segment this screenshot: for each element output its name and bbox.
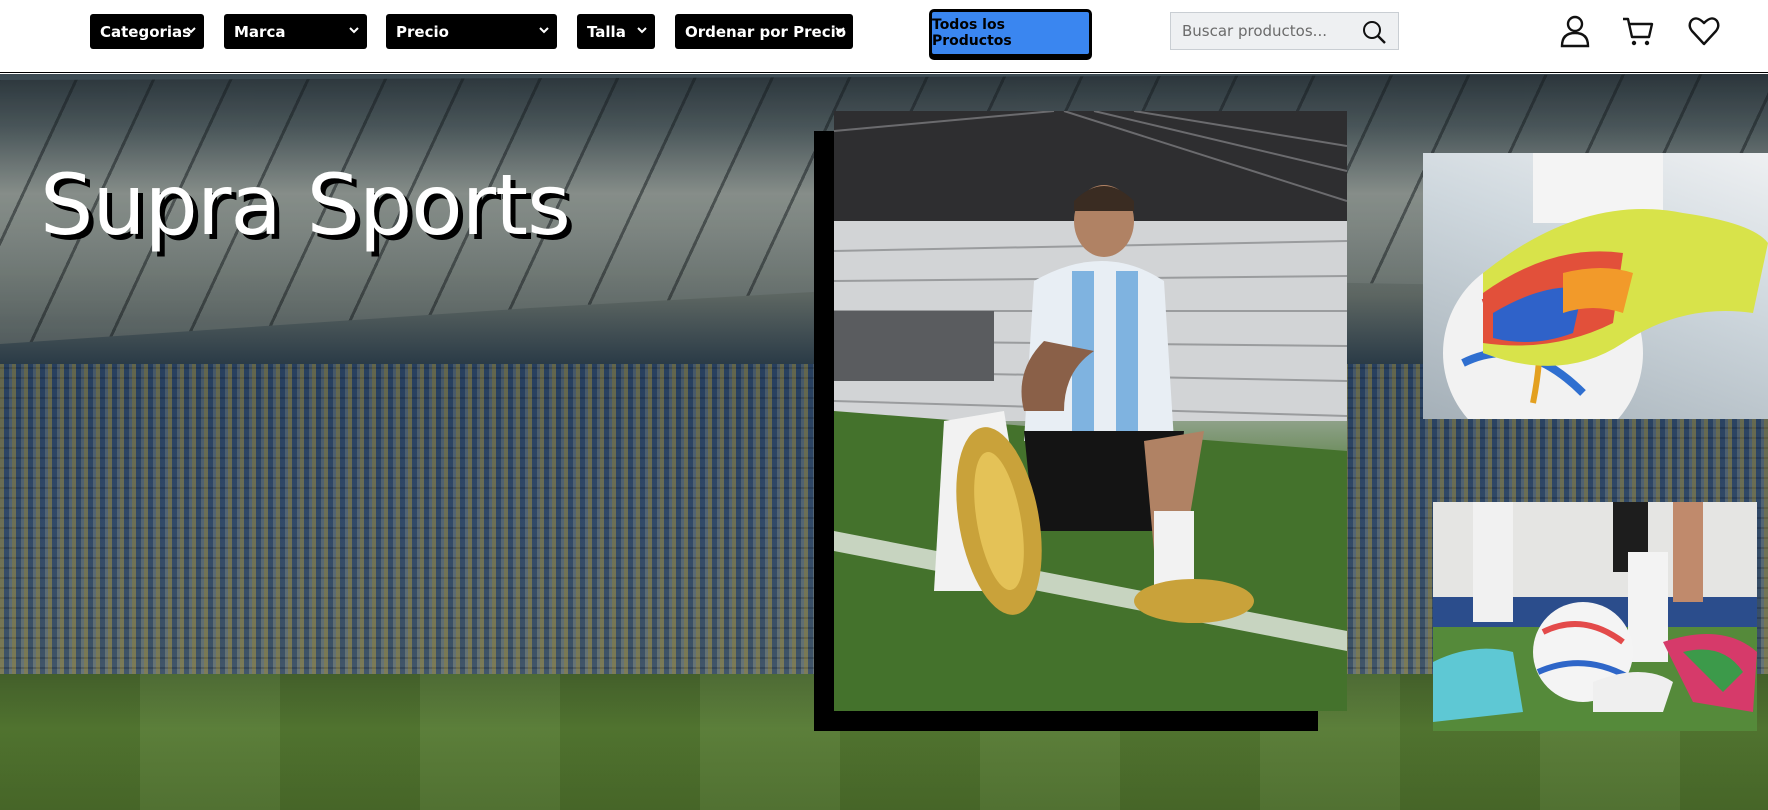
sort-by-price-select[interactable]: Ordenar por Precio: [675, 14, 853, 49]
sort-by-price-label: Ordenar por Precio: [685, 22, 847, 41]
brand-filter-select[interactable]: Marca: [224, 14, 367, 49]
chevron-down-icon: [186, 27, 196, 34]
main-hero-photo: [834, 111, 1347, 711]
chevron-down-icon: [637, 27, 647, 34]
category-filter-select[interactable]: Categorias: [90, 14, 204, 49]
size-filter-select[interactable]: Talla: [577, 14, 655, 49]
category-filter-label: Categorias: [100, 22, 192, 41]
players-with-ball-photo: [1433, 502, 1757, 731]
chevron-down-icon: [835, 27, 845, 34]
price-filter-select[interactable]: Precio: [386, 14, 557, 49]
search-bar: [1170, 12, 1399, 50]
search-input[interactable]: [1171, 13, 1361, 49]
user-icon[interactable]: [1558, 14, 1592, 48]
hero-title: Supra Sports: [40, 156, 571, 254]
search-icon[interactable]: [1361, 19, 1387, 45]
cart-icon[interactable]: [1621, 14, 1655, 48]
heart-icon[interactable]: [1687, 14, 1721, 48]
all-products-button[interactable]: Todos los Productos: [929, 9, 1092, 57]
chevron-down-icon: [349, 27, 359, 34]
navbar: Categorias Marca Precio Talla Ordenar po…: [0, 0, 1768, 73]
size-filter-label: Talla: [587, 22, 626, 41]
hero-banner: Supra Sports: [0, 74, 1768, 810]
chevron-down-icon: [539, 27, 549, 34]
price-filter-label: Precio: [396, 22, 449, 41]
brand-filter-label: Marca: [234, 22, 286, 41]
boot-and-ball-photo: [1423, 153, 1768, 419]
